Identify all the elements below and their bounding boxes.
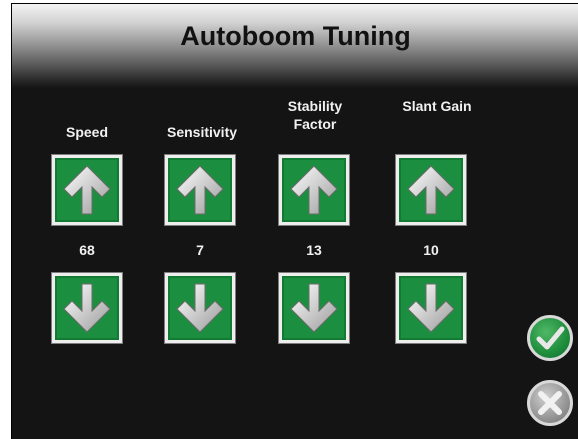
arrow-down-icon	[407, 283, 455, 333]
slant-gain-value: 10	[423, 242, 439, 258]
arrow-up-icon	[63, 165, 111, 215]
cancel-button[interactable]	[527, 380, 573, 426]
arrow-down-icon	[176, 283, 224, 333]
speed-label: Speed	[65, 124, 108, 140]
slant-gain-decrease-button[interactable]	[396, 273, 466, 343]
sensitivity-increase-button[interactable]	[165, 155, 235, 225]
sensitivity-label: Sensitivity	[166, 124, 238, 140]
close-icon	[538, 391, 562, 415]
arrow-down-icon	[63, 283, 111, 333]
speed-decrease-button[interactable]	[52, 273, 122, 343]
arrow-down-icon	[290, 283, 338, 333]
stability-factor-label: Stability Factor	[287, 98, 343, 132]
stability-factor-value: 13	[306, 242, 322, 258]
sensitivity-decrease-button[interactable]	[165, 273, 235, 343]
checkmark-icon	[536, 326, 565, 350]
slant-gain-increase-button[interactable]	[396, 155, 466, 225]
page-title: Autoboom Tuning	[180, 21, 411, 51]
accept-button[interactable]	[527, 315, 573, 361]
autoboom-tuning-screen: Autoboom Tuning Speed 68 Sensitivity 7 S…	[11, 3, 578, 439]
stability-factor-increase-button[interactable]	[279, 155, 349, 225]
arrow-up-icon	[290, 165, 338, 215]
speed-value: 68	[79, 242, 95, 258]
sensitivity-value: 7	[196, 242, 204, 258]
slant-gain-label: Slant Gain	[402, 98, 472, 114]
arrow-up-icon	[407, 165, 455, 215]
stability-factor-decrease-button[interactable]	[279, 273, 349, 343]
header-bar: Autoboom Tuning	[12, 4, 578, 88]
speed-increase-button[interactable]	[52, 155, 122, 225]
arrow-up-icon	[176, 165, 224, 215]
